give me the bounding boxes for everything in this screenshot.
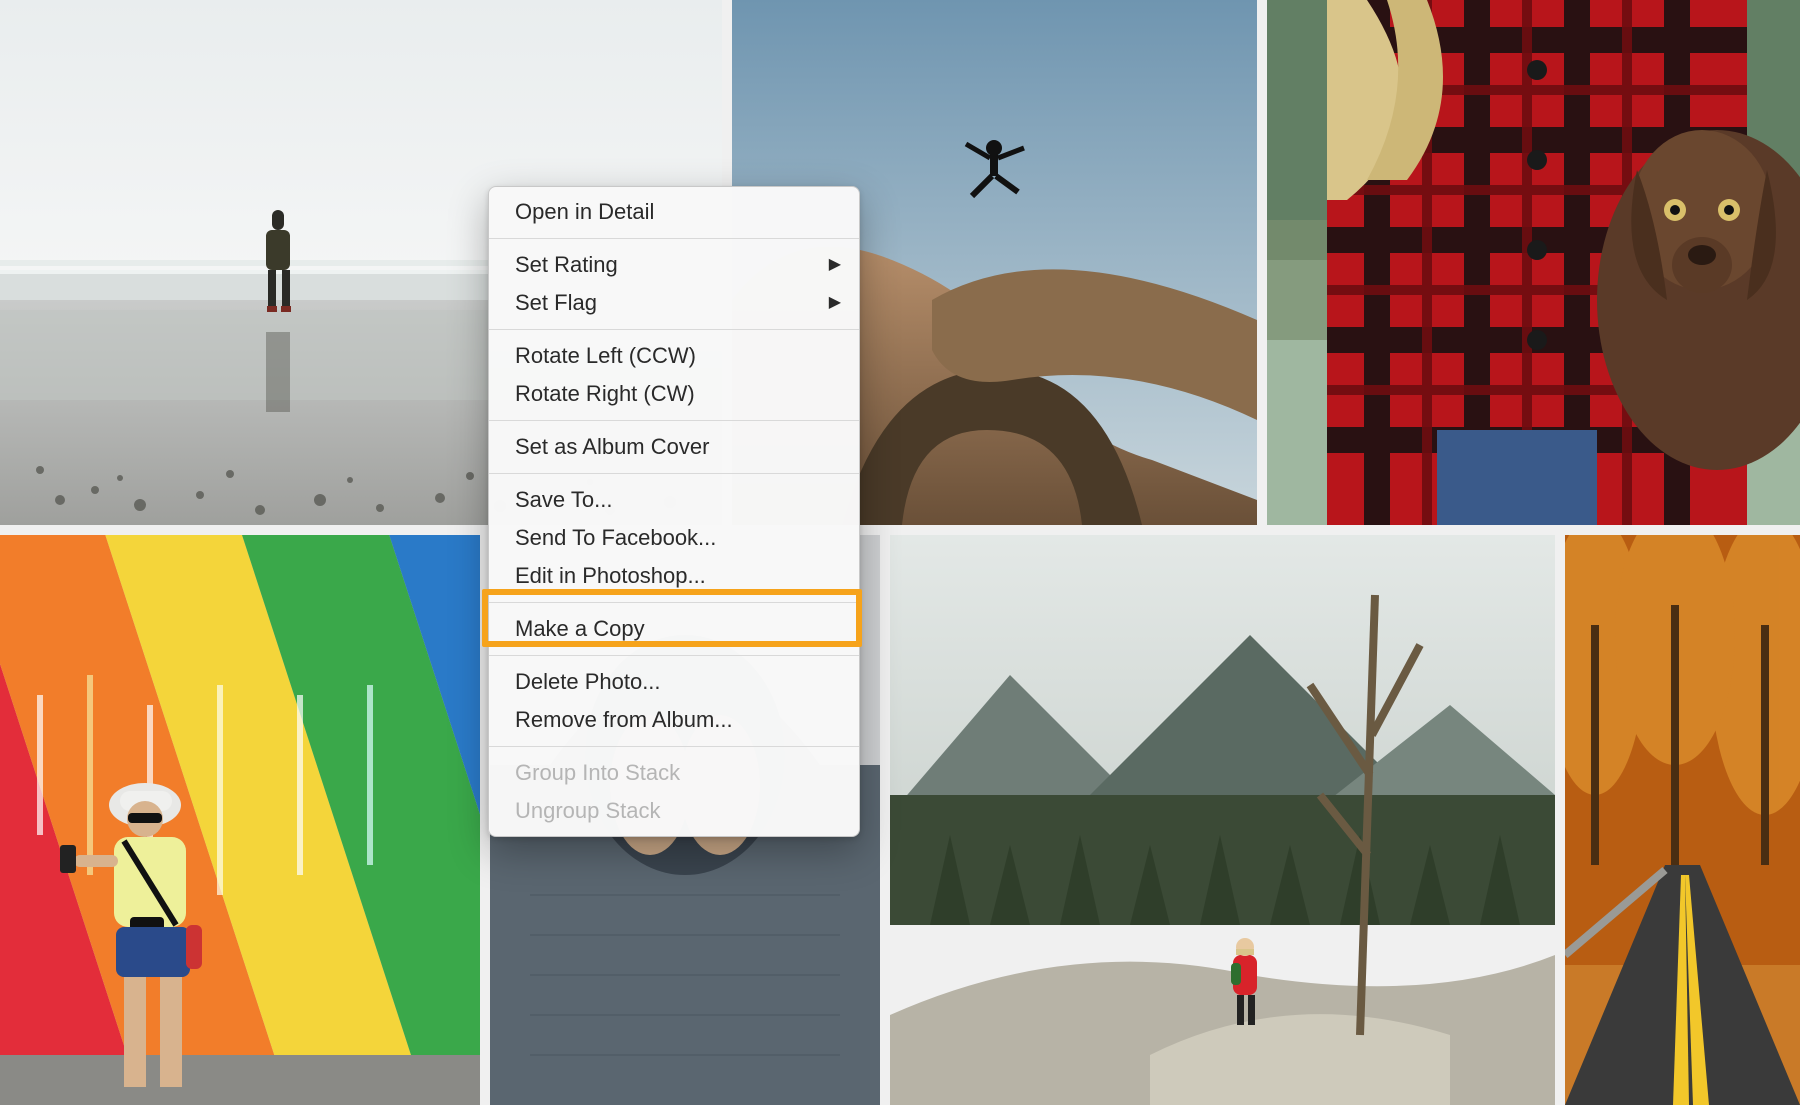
menu-delete-photo[interactable]: Delete Photo... <box>489 663 859 701</box>
menu-item-label: Group Into Stack <box>515 760 680 786</box>
menu-item-label: Rotate Left (CCW) <box>515 343 696 369</box>
context-menu: Open in Detail Set Rating ▶ Set Flag ▶ R… <box>488 186 860 837</box>
menu-item-label: Delete Photo... <box>515 669 661 695</box>
menu-edit-in-photoshop[interactable]: Edit in Photoshop... <box>489 557 859 595</box>
menu-rotate-right[interactable]: Rotate Right (CW) <box>489 375 859 413</box>
menu-item-label: Open in Detail <box>515 199 654 225</box>
menu-make-a-copy[interactable]: Make a Copy <box>489 610 859 648</box>
menu-item-label: Remove from Album... <box>515 707 733 733</box>
menu-separator <box>489 602 859 603</box>
menu-item-label: Ungroup Stack <box>515 798 661 824</box>
menu-set-rating[interactable]: Set Rating ▶ <box>489 246 859 284</box>
photo-thumbnail[interactable] <box>1267 0 1800 525</box>
submenu-arrow-icon: ▶ <box>829 295 841 311</box>
menu-group-into-stack: Group Into Stack <box>489 754 859 792</box>
menu-item-label: Send To Facebook... <box>515 525 716 551</box>
menu-item-label: Set Flag <box>515 290 597 316</box>
menu-item-label: Save To... <box>515 487 612 513</box>
photo-grid <box>0 0 1800 1105</box>
photo-thumbnail[interactable] <box>890 535 1555 1105</box>
menu-set-album-cover[interactable]: Set as Album Cover <box>489 428 859 466</box>
menu-item-label: Rotate Right (CW) <box>515 381 695 407</box>
menu-separator <box>489 473 859 474</box>
submenu-arrow-icon: ▶ <box>829 257 841 273</box>
menu-item-label: Set Rating <box>515 252 618 278</box>
photo-thumbnail[interactable] <box>1565 535 1800 1105</box>
menu-ungroup-stack: Ungroup Stack <box>489 792 859 830</box>
menu-item-label: Make a Copy <box>515 616 645 642</box>
menu-separator <box>489 329 859 330</box>
menu-separator <box>489 655 859 656</box>
photo-thumbnail[interactable] <box>0 535 480 1105</box>
menu-separator <box>489 746 859 747</box>
menu-separator <box>489 420 859 421</box>
menu-item-label: Edit in Photoshop... <box>515 563 706 589</box>
menu-open-in-detail[interactable]: Open in Detail <box>489 193 859 231</box>
menu-set-flag[interactable]: Set Flag ▶ <box>489 284 859 322</box>
menu-save-to[interactable]: Save To... <box>489 481 859 519</box>
menu-rotate-left[interactable]: Rotate Left (CCW) <box>489 337 859 375</box>
menu-send-to-facebook[interactable]: Send To Facebook... <box>489 519 859 557</box>
menu-remove-from-album[interactable]: Remove from Album... <box>489 701 859 739</box>
menu-separator <box>489 238 859 239</box>
menu-item-label: Set as Album Cover <box>515 434 709 460</box>
